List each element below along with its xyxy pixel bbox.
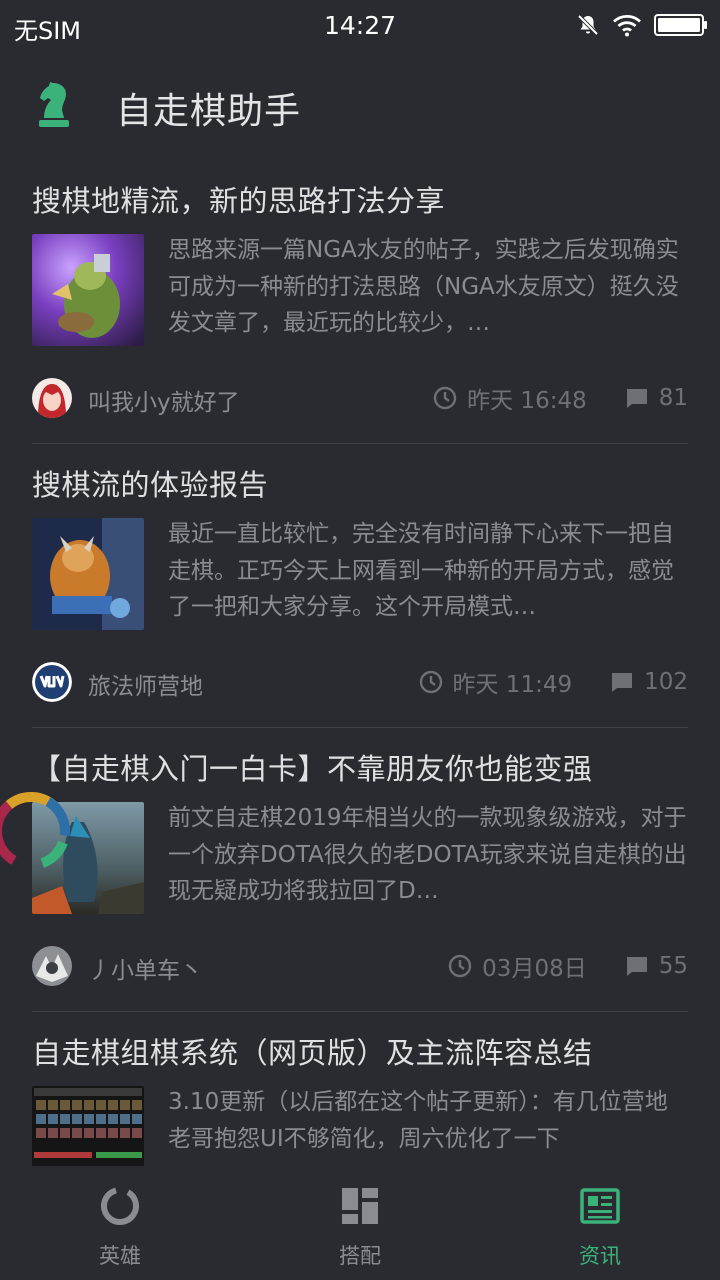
post-meta: 旅法师营地 昨天 11:49 102 xyxy=(32,662,688,702)
tab-label: 资讯 xyxy=(579,1244,621,1268)
comment-count: 81 xyxy=(658,385,688,411)
clock-icon xyxy=(448,954,472,978)
news-feed[interactable]: 搜棋地精流，新的思路打法分享 思路来源一篇NGA水友的帖子，实践之后发现确实可成… xyxy=(0,170,720,1166)
app-title: 自走棋助手 xyxy=(116,91,302,132)
post-excerpt: 最近一直比较忙，完全没有时间静下心来下一把自走棋。正巧今天上网看到一种新的开局方… xyxy=(168,521,674,620)
post-time: 昨天 11:49 xyxy=(452,672,573,698)
post-time: 03月08日 xyxy=(482,956,587,982)
author-name[interactable]: 旅法师营地 xyxy=(88,667,203,701)
floating-assist-icon[interactable] xyxy=(0,786,76,876)
post-excerpt: 3.10更新（以后都在这个帖子更新）：有几位营地老哥抱怨UI不够简化，周六优化了… xyxy=(168,1089,668,1152)
bell-muted-icon xyxy=(577,14,599,36)
post-excerpt: 思路来源一篇NGA水友的帖子，实践之后发现确实可成为一种新的打法思路（NGA水友… xyxy=(168,237,679,336)
post-excerpt: 前文自走棋2019年相当火的一款现象级游戏，对于一个放弃DOTA很久的老DOTA… xyxy=(168,805,687,904)
post-meta: 丿小单车丶 03月08日 55 xyxy=(32,946,688,986)
avatar[interactable] xyxy=(32,946,72,986)
divider xyxy=(32,727,688,728)
status-icons xyxy=(576,12,708,38)
post-thumbnail[interactable] xyxy=(32,518,144,630)
author-name[interactable]: 丿小单车丶 xyxy=(88,951,203,985)
comment-count: 55 xyxy=(658,953,688,979)
status-bar: 无SIM 14:27 xyxy=(0,0,720,50)
tab-label: 英雄 xyxy=(99,1244,141,1268)
avatar[interactable] xyxy=(32,662,72,702)
avatar[interactable] xyxy=(32,378,72,418)
tab-label: 搭配 xyxy=(339,1244,381,1268)
post-time: 昨天 16:48 xyxy=(467,388,587,414)
post-title[interactable]: 自走棋组棋系统（网页版）及主流阵容总结 xyxy=(32,1030,692,1072)
clock-icon xyxy=(419,670,442,694)
post-thumbnail[interactable] xyxy=(32,1086,144,1166)
tab-news[interactable]: 资讯 xyxy=(480,1168,720,1280)
post-title[interactable]: 【自走棋入门一白卡】不靠朋友你也能变强 xyxy=(32,746,692,788)
post-card[interactable]: 搜棋地精流，新的思路打法分享 思路来源一篇NGA水友的帖子，实践之后发现确实可成… xyxy=(32,170,688,454)
post-thumbnail[interactable] xyxy=(32,234,144,346)
post-card[interactable]: 自走棋组棋系统（网页版）及主流阵容总结 3.10更新（以后都在这个帖子更新）：有… xyxy=(32,1022,688,1166)
post-stats: 03月08日 55 xyxy=(448,946,688,986)
tab-combos[interactable]: 搭配 xyxy=(240,1168,480,1280)
chess-knight-icon xyxy=(39,82,69,127)
comment-icon xyxy=(626,389,647,408)
post-stats: 昨天 16:48 81 xyxy=(433,378,688,418)
app-bar: 自走棋助手 xyxy=(0,60,720,152)
post-card[interactable]: 搜棋流的体验报告 最近一直比较忙，完全没有时间静下心来下一把自走棋。正巧今天上网… xyxy=(32,454,688,738)
grid-layout-icon xyxy=(342,1188,378,1224)
comment-icon xyxy=(612,673,633,692)
wifi-icon xyxy=(613,14,641,37)
post-card[interactable]: 【自走棋入门一白卡】不靠朋友你也能变强 前文自走棋2019年相当火的一款现象级游… xyxy=(32,738,688,1022)
post-title[interactable]: 搜棋流的体验报告 xyxy=(32,462,692,504)
newspaper-icon xyxy=(580,1188,620,1224)
divider xyxy=(32,443,688,444)
comment-count: 102 xyxy=(644,669,688,695)
post-title[interactable]: 搜棋地精流，新的思路打法分享 xyxy=(32,178,692,220)
clock-icon xyxy=(433,386,457,410)
hero-ring-icon xyxy=(101,1187,139,1225)
author-name[interactable]: 叫我小y就好了 xyxy=(88,383,240,417)
comment-icon xyxy=(626,957,647,976)
post-stats: 昨天 11:49 102 xyxy=(419,662,688,702)
post-meta: 叫我小y就好了 昨天 16:48 81 xyxy=(32,378,688,418)
divider xyxy=(32,1011,688,1012)
bottom-tab-bar: 英雄 搭配 资讯 xyxy=(0,1168,720,1280)
tab-heroes[interactable]: 英雄 xyxy=(0,1168,240,1280)
battery-icon xyxy=(654,14,707,36)
